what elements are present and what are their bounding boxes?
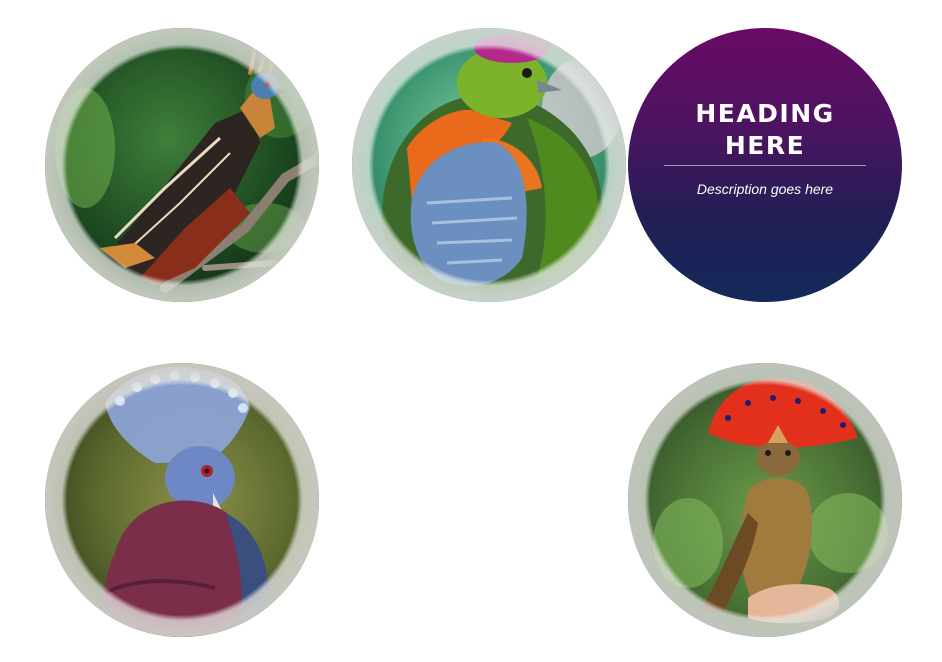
caption-description: Description goes here [696, 181, 834, 197]
gallery-item-fruit-dove[interactable] [352, 28, 626, 302]
caption-divider [664, 165, 866, 166]
caption-card[interactable]: Heading Here Description goes here [628, 28, 902, 302]
royal-flycatcher-bird-photo-icon [628, 363, 902, 637]
fruit-dove-bird-photo-icon [352, 28, 626, 302]
hoatzin-bird-photo-icon [45, 28, 319, 302]
gallery-item-royal-flycatcher[interactable] [628, 363, 902, 637]
gallery-item-hoatzin[interactable] [45, 28, 319, 302]
crowned-pigeon-bird-photo-icon [45, 363, 319, 637]
gallery-item-crowned-pigeon[interactable] [45, 363, 319, 637]
caption-heading: Heading Here [695, 99, 835, 160]
